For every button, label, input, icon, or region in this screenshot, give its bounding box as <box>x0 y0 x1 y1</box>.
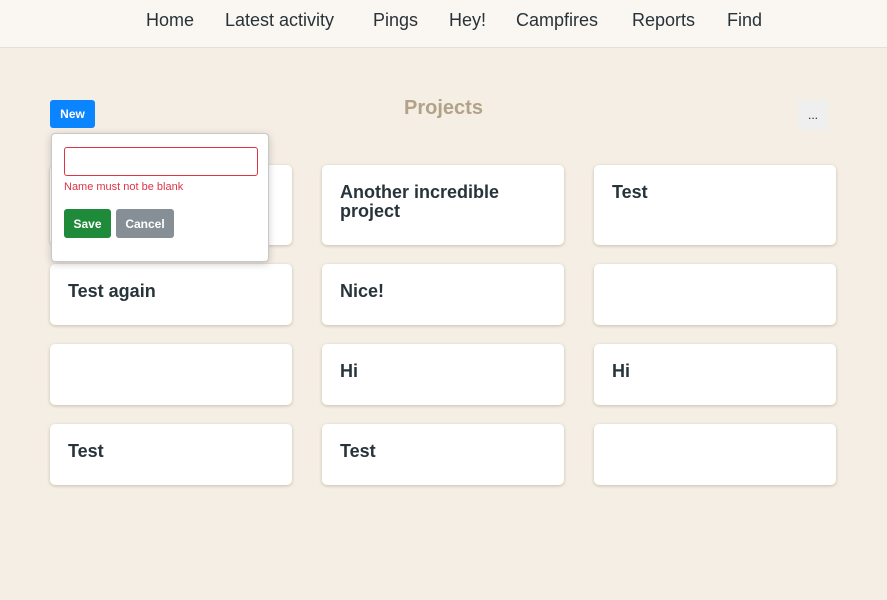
project-card[interactable]: Test <box>594 165 836 245</box>
nav-reports[interactable]: Reports <box>632 10 695 31</box>
project-card[interactable]: Test <box>322 424 564 485</box>
page-title: Projects <box>404 97 483 119</box>
more-options-button[interactable]: ... <box>798 100 828 130</box>
project-card[interactable] <box>594 264 836 325</box>
nav-latest-activity[interactable]: Latest activity <box>225 10 334 31</box>
save-button[interactable]: Save <box>64 209 111 238</box>
new-project-popover: Name must not be blank Save Cancel <box>51 133 269 262</box>
nav-pings[interactable]: Pings <box>373 10 418 31</box>
project-card[interactable]: Hi <box>594 344 836 405</box>
project-card[interactable]: Hi <box>322 344 564 405</box>
project-card[interactable] <box>594 424 836 485</box>
project-card[interactable]: Test <box>50 424 292 485</box>
nav-campfires[interactable]: Campfires <box>516 10 598 31</box>
validation-error: Name must not be blank <box>64 181 184 193</box>
project-card[interactable] <box>50 344 292 405</box>
project-card[interactable]: Nice! <box>322 264 564 325</box>
project-card[interactable]: Test again <box>50 264 292 325</box>
project-name-input[interactable] <box>64 147 258 176</box>
nav-hey[interactable]: Hey! <box>449 10 486 31</box>
nav-home[interactable]: Home <box>146 10 194 31</box>
cancel-button[interactable]: Cancel <box>116 209 174 238</box>
project-card[interactable]: Another incredible project <box>322 165 564 245</box>
nav-find[interactable]: Find <box>727 10 762 31</box>
top-nav: Home Latest activity Pings Hey! Campfire… <box>0 0 887 48</box>
